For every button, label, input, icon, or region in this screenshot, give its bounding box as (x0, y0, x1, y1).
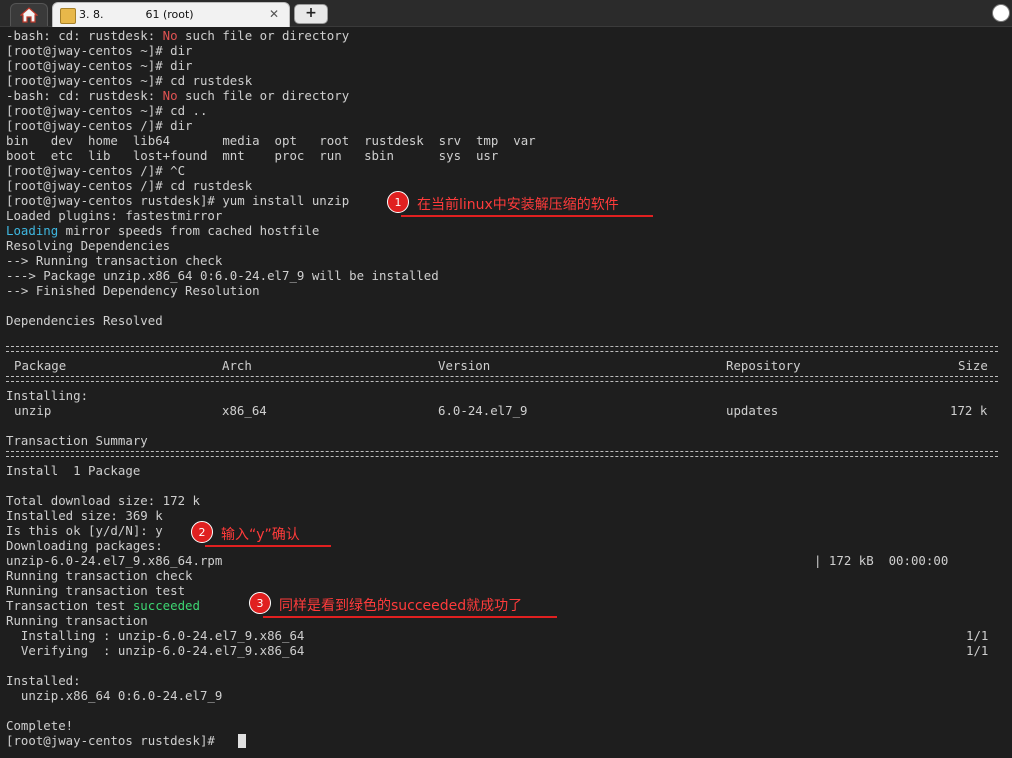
terminal-line: bin dev home lib64 media opt root rustde… (6, 133, 536, 148)
home-icon (20, 7, 38, 23)
line-text: -bash: cd: rustdesk: (6, 28, 163, 43)
table-header-size: Size (958, 358, 988, 373)
shell-prompt[interactable]: [root@jway-centos rustdesk]# (6, 733, 222, 748)
terminal-line: Loading mirror speeds from cached hostfi… (6, 223, 319, 238)
terminal-line: [root@jway-centos /]# dir (6, 118, 193, 133)
terminal-line: Dependencies Resolved (6, 313, 163, 328)
terminal-line: Installed: (6, 673, 81, 688)
terminal-line: --> Running transaction check (6, 253, 223, 268)
annotation-text: 在当前linux中安装解压缩的软件 (417, 197, 619, 213)
table-cell-arch: x86_64 (222, 403, 267, 418)
terminal-line: [root@jway-centos ~]# cd .. (6, 103, 208, 118)
success-word: succeeded (132, 598, 200, 613)
terminal-line: [root@jway-centos ~]# cd rustdesk (6, 73, 253, 88)
annotation-text: 同样是看到绿色的succeeded就成功了 (279, 598, 523, 614)
annotation-underline (263, 616, 557, 618)
terminal-line: [root@jway-centos ~]# dir (6, 43, 193, 58)
text-cursor (238, 734, 246, 748)
terminal-line: [root@jway-centos /]# cd rustdesk (6, 178, 253, 193)
tab-bar: 3. 8. 61 (root) ✕ + (0, 0, 1012, 27)
terminal-line: [root@jway-centos /]# ^C (6, 163, 186, 178)
terminal-line: Running transaction check (6, 568, 193, 583)
table-header-repository: Repository (726, 358, 801, 373)
table-separator (6, 451, 998, 457)
terminal-line: Loaded plugins: fastestmirror (6, 208, 223, 223)
progress-count: 1/1 (966, 643, 989, 658)
table-cell-package: unzip (14, 403, 52, 418)
menu-icon[interactable] (992, 4, 1010, 22)
line-text: such file or directory (177, 88, 350, 103)
line-text: Transaction test (6, 598, 133, 613)
table-separator (6, 376, 998, 382)
table-separator (6, 346, 998, 352)
terminal-line: [root@jway-centos ~]# dir (6, 58, 193, 73)
terminal-line: [root@jway-centos rustdesk]# yum install… (6, 193, 350, 208)
terminal-line: Total download size: 172 k (6, 493, 200, 508)
annotation-number: 3 (249, 592, 271, 614)
terminal-output[interactable]: -bash: cd: rustdesk: No such file or dir… (6, 28, 1006, 756)
key-icon (60, 8, 76, 24)
terminal-line: unzip.x86_64 0:6.0-24.el7_9 (6, 688, 223, 703)
table-cell-version: 6.0-24.el7_9 (438, 403, 528, 418)
terminal-line: Downloading packages: (6, 538, 163, 553)
home-tab[interactable] (10, 3, 48, 26)
terminal-line: boot etc lib lost+found mnt proc run sbi… (6, 148, 499, 163)
terminal-line: Installing : unzip-6.0-24.el7_9.x86_64 (6, 628, 305, 643)
terminal-line: -bash: cd: rustdesk: No such file or dir… (6, 88, 349, 103)
terminal-line: Complete! (6, 718, 74, 733)
annotation-text: 输入“y”确认 (221, 527, 300, 543)
annotation-underline (401, 215, 653, 217)
terminal-line: ---> Package unzip.x86_64 0:6.0-24.el7_9… (6, 268, 439, 283)
session-tab[interactable]: 3. 8. 61 (root) ✕ (52, 2, 290, 27)
session-tab-title: 3. 8. 61 (root) (79, 8, 194, 21)
close-icon[interactable]: ✕ (269, 7, 279, 21)
error-word: No (162, 28, 178, 43)
download-progress: | 172 kB 00:00:00 (814, 553, 949, 568)
terminal-line: Installing: (6, 388, 89, 403)
table-header-version: Version (438, 358, 491, 373)
terminal-line: Transaction test succeeded (6, 598, 200, 613)
progress-count: 1/1 (966, 628, 989, 643)
terminal-line: Installed size: 369 k (6, 508, 163, 523)
table-cell-size: 172 k (950, 403, 988, 418)
terminal-line: -bash: cd: rustdesk: No such file or dir… (6, 28, 349, 43)
line-text: mirror speeds from cached hostfile (58, 223, 320, 238)
terminal-line: Transaction Summary (6, 433, 148, 448)
annotation-number: 2 (191, 521, 213, 543)
table-header-package: Package (14, 358, 67, 373)
line-text: -bash: cd: rustdesk: (6, 88, 163, 103)
terminal-line: Running transaction (6, 613, 148, 628)
terminal-line: Install 1 Package (6, 463, 141, 478)
error-word: No (162, 88, 178, 103)
terminal-line: Verifying : unzip-6.0-24.el7_9.x86_64 (6, 643, 305, 658)
terminal-line: Is this ok [y/d/N]: y (6, 523, 163, 538)
table-cell-repository: updates (726, 403, 779, 418)
terminal-line: unzip-6.0-24.el7_9.x86_64.rpm (6, 553, 223, 568)
terminal-line: --> Finished Dependency Resolution (6, 283, 260, 298)
annotation-number: 1 (387, 191, 409, 213)
line-text: such file or directory (177, 28, 350, 43)
plus-icon[interactable]: + (294, 4, 328, 24)
loading-word: Loading (6, 223, 59, 238)
terminal-line: Resolving Dependencies (6, 238, 171, 253)
annotation-underline (205, 545, 331, 547)
terminal-line: Running transaction test (6, 583, 186, 598)
table-header-arch: Arch (222, 358, 252, 373)
